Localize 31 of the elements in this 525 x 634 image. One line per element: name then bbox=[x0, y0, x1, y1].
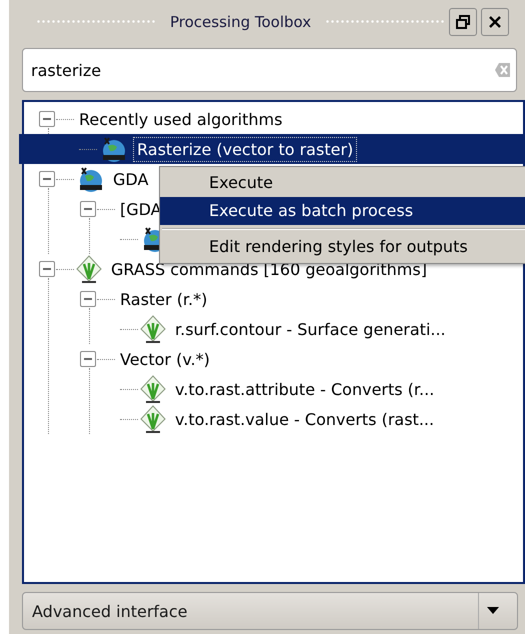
restore-icon bbox=[456, 15, 470, 29]
grass-icon bbox=[76, 255, 102, 283]
collapse-icon[interactable] bbox=[80, 291, 96, 307]
dropdown-arrow-icon bbox=[487, 607, 499, 615]
collapse-icon[interactable] bbox=[39, 261, 55, 277]
collapse-icon[interactable] bbox=[39, 111, 55, 127]
tree-item[interactable]: Rasterize (vector to raster) bbox=[133, 136, 358, 162]
tree-item[interactable]: v.to.rast.attribute - Converts (r... bbox=[172, 378, 438, 400]
collapse-icon[interactable] bbox=[80, 201, 96, 217]
menu-item[interactable]: Execute as batch process bbox=[160, 197, 525, 225]
float-button[interactable] bbox=[449, 8, 478, 36]
collapse-icon[interactable] bbox=[80, 351, 96, 367]
tree-group[interactable]: Raster (r.*) bbox=[117, 288, 210, 310]
window-title: Processing Toolbox bbox=[170, 13, 312, 31]
grip-handle[interactable] bbox=[36, 19, 156, 25]
close-icon bbox=[488, 15, 502, 29]
mode-dropdown[interactable]: Advanced interface bbox=[22, 592, 518, 630]
grass-icon bbox=[140, 375, 166, 403]
close-button[interactable] bbox=[481, 8, 510, 36]
tree-group[interactable]: Vector (v.*) bbox=[117, 348, 213, 370]
grip-handle[interactable] bbox=[325, 19, 446, 25]
tree-group[interactable]: Recently used algorithms bbox=[76, 108, 286, 130]
tree-group[interactable]: GDA bbox=[110, 168, 152, 190]
menu-item[interactable]: Execute bbox=[160, 169, 525, 197]
tree-item[interactable]: v.to.rast.value - Converts (rast... bbox=[172, 408, 438, 430]
collapse-icon[interactable] bbox=[39, 171, 55, 187]
menu-item[interactable]: Edit rendering styles for outputs bbox=[160, 233, 525, 261]
search-field[interactable]: rasterize bbox=[22, 48, 517, 92]
tree-item[interactable]: r.surf.contour - Surface generati... bbox=[172, 318, 449, 340]
grass-icon bbox=[140, 405, 166, 433]
grass-icon bbox=[140, 315, 166, 343]
